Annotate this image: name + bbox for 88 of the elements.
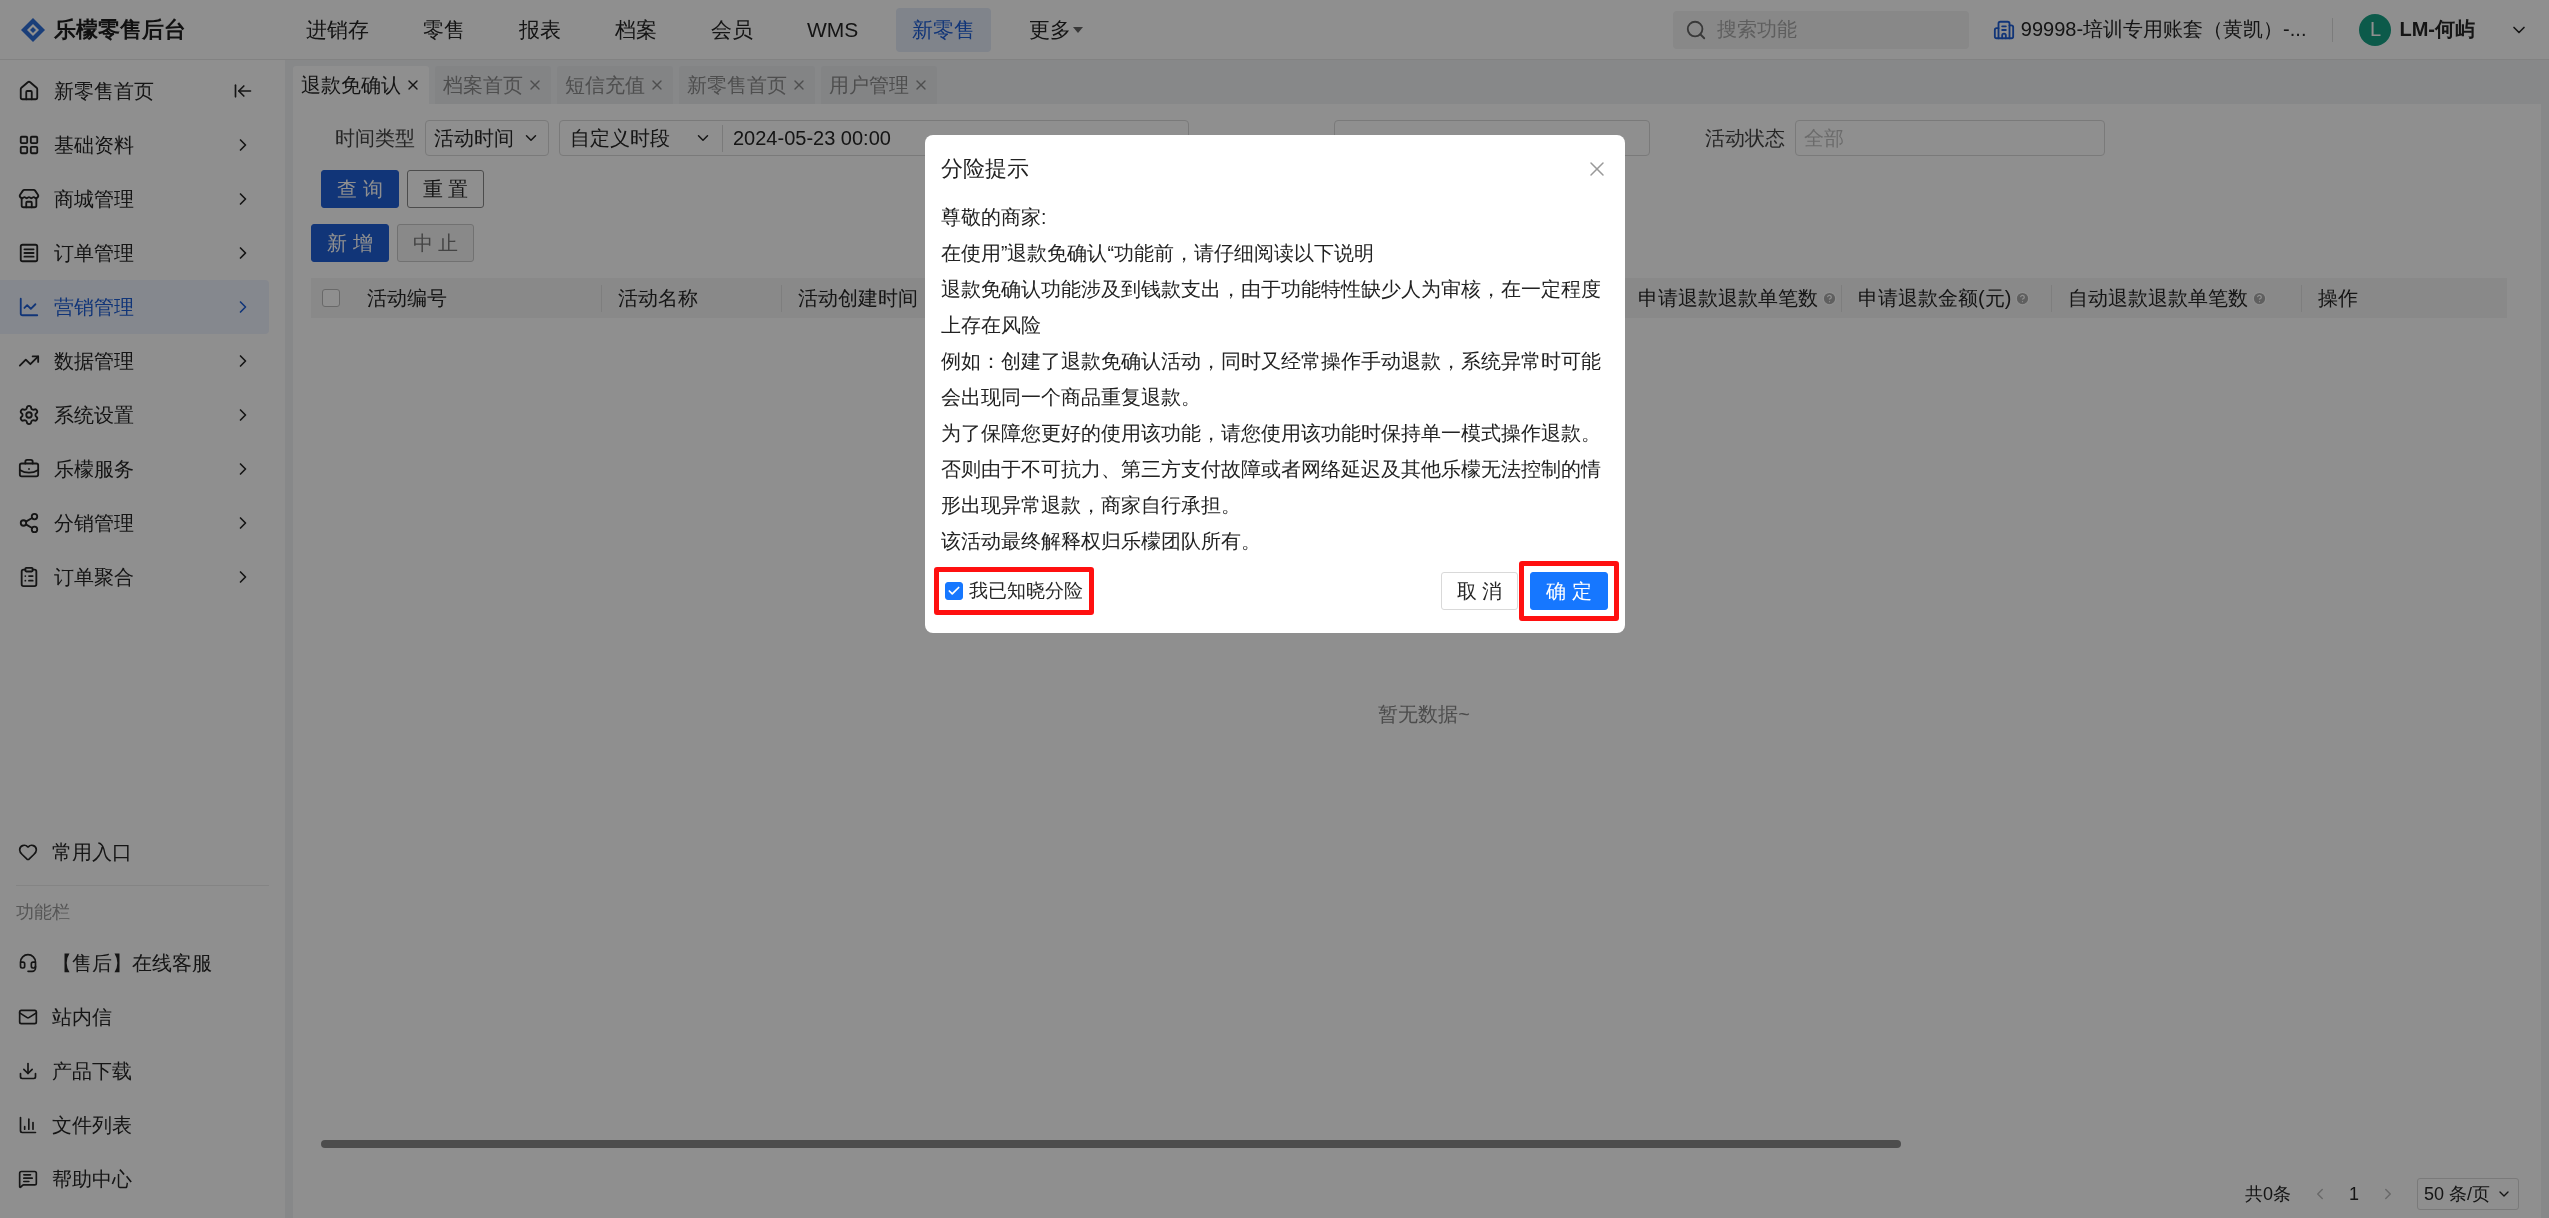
column-header: 活动创建时间: [798, 285, 918, 311]
nav-item[interactable]: 档案: [599, 7, 673, 52]
sidebar-item[interactable]: 常用入口: [0, 825, 269, 879]
dialog-title: 分险提示: [941, 155, 1029, 183]
dialog-paragraph: 在使用”退款免确认“功能前，请仔细阅读以下说明: [941, 241, 1375, 266]
list-icon: [18, 242, 40, 264]
sidebar-item[interactable]: 订单聚合: [0, 550, 269, 604]
avatar: L: [2359, 13, 2392, 46]
help-icon: [1822, 290, 1837, 306]
nav-item[interactable]: WMS: [791, 9, 875, 50]
store-icon: [18, 188, 40, 210]
nav-item[interactable]: 新零售: [896, 7, 992, 52]
account-switcher[interactable]: 99998-培训专用账套（黄凯）-...: [1992, 16, 2307, 43]
column-header: 自动退款退款单笔数: [2068, 285, 2248, 311]
sidebar-item[interactable]: 系统设置: [0, 388, 269, 442]
brand-name: 乐檬零售后台: [54, 15, 186, 44]
sidebar-item[interactable]: 站内信: [0, 990, 269, 1044]
user-name: LM-何屿: [2399, 17, 2475, 42]
sidebar-item[interactable]: 新零售首页: [0, 64, 269, 118]
field-label: 活动状态: [1705, 125, 1785, 151]
sidebar-item[interactable]: 乐檬服务: [0, 442, 269, 496]
headset-icon: [18, 953, 38, 973]
sidebar-item[interactable]: 基础资料: [0, 118, 269, 172]
time-type-select[interactable]: 活动时间: [425, 120, 549, 156]
message-icon: [18, 1169, 38, 1189]
empty-message: 暂无数据~: [1378, 702, 1470, 725]
column-header: 操作: [2318, 285, 2358, 311]
dialog-paragraph: 退款免确认功能涉及到钱款支出，由于功能特性缺少人为审核，在一定程度上存在风险: [941, 277, 1602, 338]
checkbox[interactable]: [322, 289, 340, 307]
total-count: 共0条: [2244, 1183, 2291, 1206]
home-icon: [18, 80, 40, 102]
briefcase-icon: [18, 458, 40, 480]
dialog-paragraph: 否则由于不可抗力、第三方支付故障或者网络延迟及其他乐檬无法控制的情形出现异常退款，商家自行承担。: [941, 457, 1602, 518]
default-button[interactable]: 重 置: [406, 170, 485, 208]
confirm-button[interactable]: 确 定: [1530, 572, 1608, 610]
download-icon: [18, 1061, 38, 1081]
share-icon: [18, 512, 40, 534]
sidebar-item[interactable]: 商城管理: [0, 172, 269, 226]
help-icon: [2252, 290, 2267, 306]
sidebar-item[interactable]: 营销管理: [0, 280, 269, 334]
column-header: 申请退款退款单笔数: [1638, 285, 1818, 311]
dialog-paragraph: 尊敬的商家:: [941, 205, 1048, 230]
column-header: 活动名称: [618, 285, 698, 311]
heart-icon: [18, 842, 38, 862]
sidebar-item[interactable]: 数据管理: [0, 334, 269, 388]
settings-icon: [18, 404, 40, 426]
sidebar-item[interactable]: 产品下载: [0, 1044, 269, 1098]
checkbox[interactable]: [945, 582, 963, 600]
start-date-value: 2024-05-23 00:00: [732, 126, 892, 150]
nav-item[interactable]: 会员: [695, 7, 769, 52]
page-number[interactable]: 1: [2348, 1183, 2359, 1205]
dialog-paragraph: 为了保障您更好的使用该功能，请您使用该功能时保持单一模式操作退款。: [941, 421, 1602, 446]
dialog-paragraph: 该活动最终解释权归乐檬团队所有。: [941, 529, 1262, 554]
dialog-paragraph: 例如：创建了退款免确认活动，同时又经常操作手动退款，系统异常时可能会出现同一个商品重复退款。: [941, 349, 1602, 410]
building-icon: [1992, 18, 2015, 41]
nav-item[interactable]: 更多: [1013, 7, 1100, 52]
clipboard-icon: [18, 566, 40, 588]
section-title: 功能栏: [15, 901, 71, 924]
primary-button[interactable]: 新 增: [311, 224, 389, 262]
primary-button[interactable]: 查 询: [321, 170, 399, 208]
nav-item[interactable]: 进销存: [290, 7, 385, 52]
nav-item[interactable]: 报表: [503, 7, 577, 52]
range-type-value: 自定义时段: [570, 125, 670, 151]
chart-icon: [18, 296, 40, 318]
nav-item[interactable]: 零售: [407, 7, 481, 52]
sidebar-item[interactable]: 帮助中心: [0, 1152, 269, 1206]
grid-icon: [18, 134, 40, 156]
acknowledge-checkbox[interactable]: 我已知晓分险: [945, 578, 1083, 604]
bar-chart-icon: [18, 1115, 38, 1135]
sidebar-item[interactable]: 文件列表: [0, 1098, 269, 1152]
search-icon: [1684, 18, 1707, 41]
field-label: 时间类型: [335, 125, 415, 151]
caret-icon: [1073, 26, 1084, 33]
mail-icon: [18, 1007, 38, 1027]
user-menu[interactable]: L LM-何屿: [2359, 13, 2529, 46]
column-header: 申请退款金额(元): [1858, 285, 2012, 311]
sidebar-item[interactable]: 分销管理: [0, 496, 269, 550]
page-tab[interactable]: 退款免确认: [293, 66, 429, 104]
help-icon: [2015, 290, 2031, 306]
cancel-button[interactable]: 取 消: [1440, 572, 1519, 610]
sidebar-item[interactable]: 订单管理: [0, 226, 269, 280]
check-icon: [947, 584, 961, 598]
sidebar-item[interactable]: 【售后】在线客服: [0, 936, 269, 990]
column-header: 活动编号: [367, 285, 447, 311]
page-size-select[interactable]: 50 条/页: [2416, 1178, 2519, 1210]
collapse-icon[interactable]: [233, 81, 253, 101]
brand-logo-icon: [20, 16, 46, 43]
scrollbar-thumb[interactable]: [321, 1140, 1901, 1148]
